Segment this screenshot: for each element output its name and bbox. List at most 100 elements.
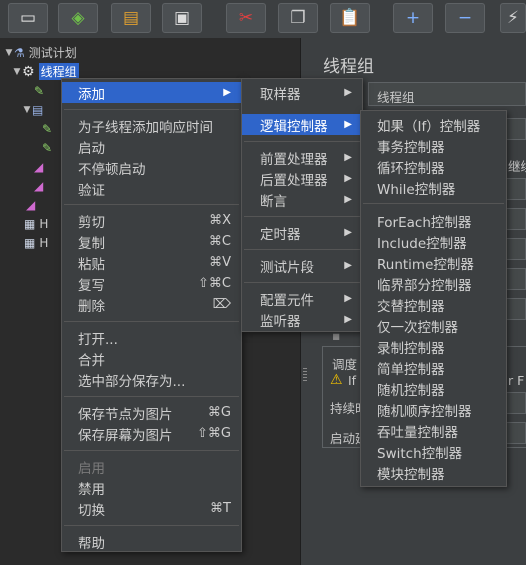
menu-item-save-selection[interactable]: 选中部分保存为... — [62, 369, 241, 390]
menu-item-logic-16[interactable]: 模块控制器 — [361, 462, 506, 483]
menu-item-logic-6[interactable]: Runtime控制器 — [361, 252, 506, 273]
menu-item-logic-8[interactable]: 交替控制器 — [361, 294, 506, 315]
menu-item-logic-7[interactable]: 临界部分控制器 — [361, 273, 506, 294]
menu-item-open[interactable]: 打开... — [62, 327, 241, 348]
tree-row-test-plan[interactable]: ▼ ⚗ 测试计划 — [4, 43, 77, 62]
menu-item-add[interactable]: 添加 ▶ — [62, 82, 241, 103]
tree-label: H — [39, 235, 49, 250]
menu-item-config-element[interactable]: 配置元件 ▶ — [242, 288, 362, 309]
config-icon: ▦ — [24, 235, 36, 250]
submenu-arrow-icon: ▶ — [344, 152, 352, 163]
menu-item-add-think-time[interactable]: 为子线程添加响应时间 — [62, 115, 241, 136]
tree-row-http-2[interactable]: ▦ H — [24, 233, 48, 252]
menu-item-timer[interactable]: 定时器 ▶ — [242, 222, 362, 243]
tree-row-listener-1[interactable]: ◢ — [34, 157, 47, 176]
menu-item-logic-2[interactable]: 循环控制器 — [361, 156, 506, 177]
tree-row-sampler-2[interactable]: ✎ — [42, 119, 56, 138]
menu-item-help[interactable]: 帮助 — [62, 531, 241, 552]
gear-icon: ⚙ — [22, 63, 35, 80]
separator — [64, 321, 239, 322]
tree-row-listener-2[interactable]: ◢ — [34, 176, 47, 195]
menu-item-logic-9[interactable]: 仅一次控制器 — [361, 315, 506, 336]
separator — [64, 109, 239, 110]
menu-item-toggle[interactable]: 切换 ⌘T — [62, 498, 241, 519]
menu-item-logic-10[interactable]: 录制控制器 — [361, 336, 506, 357]
name-field[interactable]: 线程组 — [368, 82, 526, 106]
menu-item-logic-controller[interactable]: 逻辑控制器 ▶ — [242, 114, 362, 135]
menu-item-save-screen-image[interactable]: 保存屏幕为图片 ⇧⌘G — [62, 423, 241, 444]
separator — [64, 450, 239, 451]
wand-icon: ⚡ — [507, 7, 519, 28]
menu-item-start[interactable]: 启动 — [62, 136, 241, 157]
tree-row-listener-3[interactable]: ◢ — [26, 195, 39, 214]
if-label: If — [348, 373, 357, 388]
expand-triangle-icon[interactable]: ▼ — [4, 48, 14, 58]
tree-row-controller[interactable]: ▼ ▤ — [22, 100, 47, 119]
menu-item-logic-15[interactable]: Switch控制器 — [361, 441, 506, 462]
open-button[interactable]: ▤ — [111, 3, 151, 33]
collapse-button[interactable]: − — [445, 3, 485, 33]
tree-label: 测试计划 — [28, 46, 77, 60]
warning-icon: ⚠ — [330, 372, 343, 388]
menu-item-logic-0[interactable]: 如果（If）控制器 — [361, 114, 506, 135]
separator — [363, 203, 504, 204]
menu-item-logic-5[interactable]: Include控制器 — [361, 231, 506, 252]
menu-item-logic-1[interactable]: 事务控制器 — [361, 135, 506, 156]
controller-icon: ▤ — [32, 102, 44, 117]
submenu-arrow-icon: ▶ — [344, 173, 352, 184]
expand-triangle-icon[interactable]: ▼ — [22, 105, 32, 115]
new-button[interactable]: ▭ — [8, 3, 48, 33]
menu-item-delete[interactable]: 删除 ⌦ — [62, 294, 241, 315]
menu-item-sampler[interactable]: 取样器 ▶ — [242, 82, 362, 103]
copy-button[interactable]: ❐ — [278, 3, 318, 33]
cut-button[interactable]: ✂ — [226, 3, 266, 33]
expand-triangle-icon[interactable]: ▼ — [12, 67, 22, 77]
tree-label: H — [39, 216, 49, 231]
templates-button[interactable]: ◈ — [58, 3, 98, 33]
pipette-icon: ✎ — [42, 121, 53, 136]
submenu-arrow-icon: ▶ — [344, 87, 352, 98]
menu-item-logic-13[interactable]: 随机顺序控制器 — [361, 399, 506, 420]
tree-row-sampler[interactable]: ✎ — [34, 81, 48, 100]
panel-title: 线程组 — [323, 57, 374, 77]
submenu-arrow-icon: ▶ — [344, 260, 352, 271]
menu-item-logic-4[interactable]: ForEach控制器 — [361, 210, 506, 231]
menu-item-start-no-pause[interactable]: 不停顿启动 — [62, 157, 241, 178]
menu-item-copy[interactable]: 复制 ⌘C — [62, 231, 241, 252]
start-delay-field[interactable] — [506, 422, 526, 444]
splitter-grip-icon[interactable] — [303, 368, 307, 382]
menu-item-paste[interactable]: 粘贴 ⌘V — [62, 252, 241, 273]
menu-item-logic-3[interactable]: While控制器 — [361, 177, 506, 198]
paste-icon: 📋 — [339, 7, 361, 28]
save-button[interactable]: ▣ — [162, 3, 202, 33]
pipette-icon: ✎ — [42, 140, 53, 155]
expand-button[interactable]: + — [393, 3, 433, 33]
toggle-button[interactable]: ⚡ — [500, 3, 526, 33]
menu-item-pre-processor[interactable]: 前置处理器 ▶ — [242, 147, 362, 168]
plus-icon: + — [405, 7, 421, 28]
name-field-value: 线程组 — [377, 90, 415, 105]
add-submenu: 取样器 ▶ 逻辑控制器 ▶ 前置处理器 ▶ 后置处理器 ▶ 断言 ▶ 定时器 ▶ 测试片段 ▶… — [241, 78, 363, 332]
menu-item-cut[interactable]: 剪切 ⌘X — [62, 210, 241, 231]
logic-controller-submenu: 如果（If）控制器 事务控制器 循环控制器 While控制器 ForEach控制器 Inc… — [360, 110, 507, 487]
menu-item-validate[interactable]: 验证 — [62, 178, 241, 199]
menu-item-post-processor[interactable]: 后置处理器 ▶ — [242, 168, 362, 189]
menu-item-disable[interactable]: 禁用 — [62, 477, 241, 498]
menu-item-logic-14[interactable]: 吞吐量控制器 — [361, 420, 506, 441]
chart-icon: ◢ — [34, 178, 44, 193]
menu-item-listener[interactable]: 监听器 ▶ — [242, 309, 362, 330]
menu-item-duplicate[interactable]: 复写 ⇧⌘C — [62, 273, 241, 294]
menu-item-logic-11[interactable]: 简单控制器 — [361, 357, 506, 378]
submenu-arrow-icon: ▶ — [223, 87, 231, 98]
menu-item-logic-12[interactable]: 随机控制器 — [361, 378, 506, 399]
menu-item-merge[interactable]: 合并 — [62, 348, 241, 369]
submenu-arrow-icon: ▶ — [344, 293, 352, 304]
menu-item-save-node-image[interactable]: 保存节点为图片 ⌘G — [62, 402, 241, 423]
menu-item-test-fragment[interactable]: 测试片段 ▶ — [242, 255, 362, 276]
separator — [244, 282, 360, 283]
duration-field[interactable] — [506, 392, 526, 414]
paste-button[interactable]: 📋 — [330, 3, 370, 33]
tree-row-http-1[interactable]: ▦ H — [24, 214, 48, 233]
menu-item-assertion[interactable]: 断言 ▶ — [242, 189, 362, 210]
tree-row-sampler-3[interactable]: ✎ — [42, 138, 56, 157]
